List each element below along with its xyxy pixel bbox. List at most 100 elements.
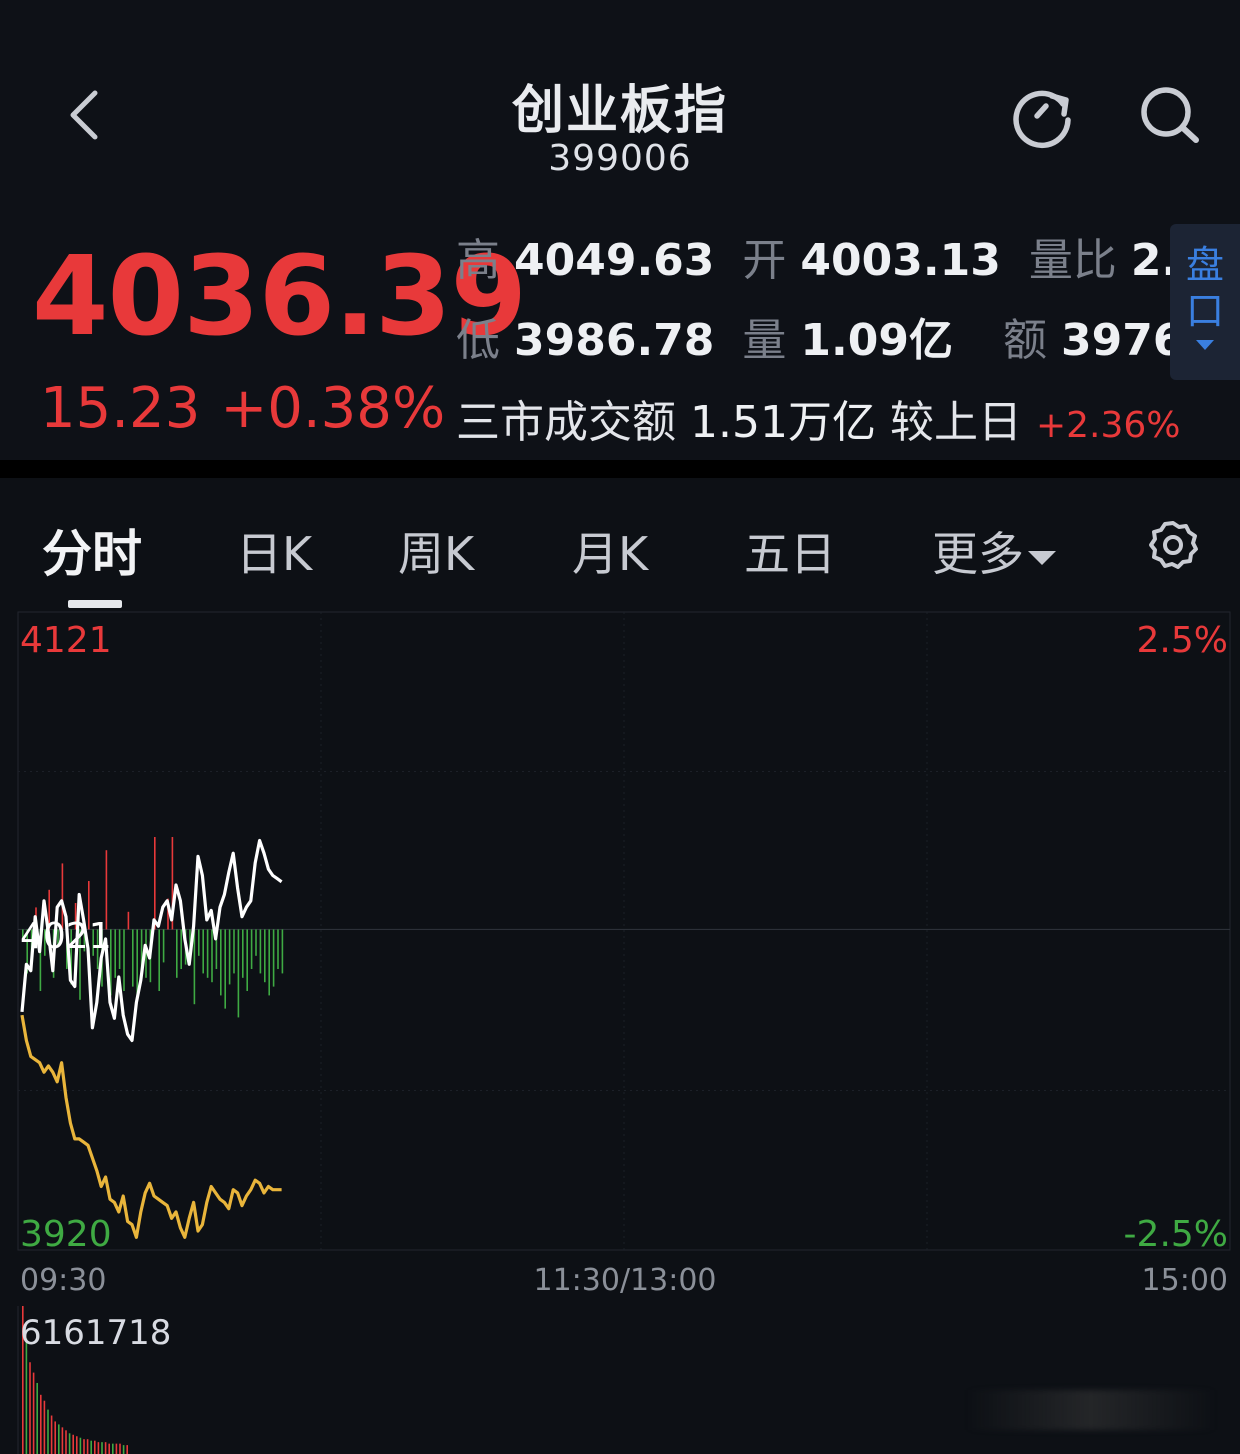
caret-down-icon xyxy=(1028,550,1056,565)
market-turnover-label: 三市成交额 xyxy=(456,397,676,448)
compare-label: 较上日 xyxy=(889,397,1022,448)
diff-bar xyxy=(268,929,270,996)
diff-bar xyxy=(246,929,248,992)
order-book-label-2: 口 xyxy=(1185,289,1224,333)
price-change: 15.23 +0.38% xyxy=(40,376,465,441)
volume-bar xyxy=(58,1424,60,1454)
volume-label: 量 xyxy=(742,315,787,366)
volume-bar xyxy=(108,1443,110,1454)
volume-bar xyxy=(115,1443,118,1454)
avg-price-line xyxy=(20,1014,282,1239)
diff-bar xyxy=(255,929,257,956)
volume-bar xyxy=(54,1421,56,1454)
high-label: 高 xyxy=(456,235,500,286)
x-label-open: 09:30 xyxy=(20,1263,106,1298)
volume-bar xyxy=(43,1400,46,1454)
section-divider xyxy=(0,460,1240,478)
diff-bar xyxy=(220,929,222,996)
volume-bar xyxy=(94,1440,96,1454)
volume-bar xyxy=(119,1443,121,1454)
chart-tabs: 分时 日K 周K 月K 五日 更多 xyxy=(0,478,1240,613)
volume-bar xyxy=(112,1443,114,1454)
volume-bar xyxy=(101,1442,103,1454)
tab-more-label: 更多 xyxy=(932,527,1024,581)
volume-bar xyxy=(76,1436,78,1454)
market-turnover-value: 1.51万亿 xyxy=(690,397,876,448)
diff-bar xyxy=(127,911,130,930)
diff-bar xyxy=(123,929,125,992)
volume-bar xyxy=(32,1372,35,1454)
diff-bar xyxy=(272,929,275,987)
volume-bar xyxy=(122,1445,125,1454)
volume-bar xyxy=(36,1382,38,1454)
intraday-chart[interactable]: 4121 4021 3920 2.5% -2.5% 09:30 11:30/13:00 15:… xyxy=(0,600,1240,1454)
diff-bar xyxy=(233,929,235,974)
volume-bar xyxy=(79,1437,82,1454)
diff-bar xyxy=(228,929,231,985)
diff-bar xyxy=(118,929,121,970)
tab-intraday[interactable]: 分时 xyxy=(42,514,142,586)
volume-bar xyxy=(104,1442,107,1454)
compare-percent: +2.36% xyxy=(1035,405,1181,446)
diff-bar xyxy=(206,929,209,978)
diff-bar xyxy=(237,929,240,1018)
current-price: 4036.39 xyxy=(32,232,527,360)
volume-bar xyxy=(90,1440,92,1454)
order-book-toggle[interactable]: 盘 口 xyxy=(1170,224,1240,380)
open-value: 4003.13 xyxy=(800,235,1001,286)
volume-bar xyxy=(29,1362,31,1454)
watermark xyxy=(966,1390,1216,1430)
volume-bar xyxy=(72,1434,74,1454)
y-top-label: 4121 xyxy=(20,620,112,661)
volume-bar xyxy=(65,1430,67,1454)
diff-bar xyxy=(281,929,284,974)
diff-bar xyxy=(198,929,200,956)
volume-max-label: 6161718 xyxy=(20,1313,171,1353)
tab-monthly-k[interactable]: 月K xyxy=(572,518,648,584)
volume-ratio-label: 量比 xyxy=(1028,235,1117,286)
diff-bar xyxy=(193,929,196,1005)
gear-icon xyxy=(1149,521,1198,569)
tab-daily-k[interactable]: 日K xyxy=(236,518,312,584)
change-value: 15.23 xyxy=(40,376,201,441)
quote-header: 创业板指 399006 4036.39 15.23 +0.38% 高 4049.6… xyxy=(0,0,1240,460)
y-mid-label: 4021 xyxy=(20,916,112,957)
pct-top-label: 2.5% xyxy=(1137,620,1228,661)
tab-more[interactable]: 更多 xyxy=(932,518,1056,584)
tab-weekly-k[interactable]: 周K xyxy=(398,518,474,584)
open-label: 开 xyxy=(742,235,787,286)
diff-bar xyxy=(180,929,182,970)
low-value: 3986.78 xyxy=(514,315,715,366)
search-button[interactable] xyxy=(1136,82,1204,148)
stats-row-2: 低 3986.78 量 1.09亿 额 3976亿 xyxy=(456,304,1227,368)
diff-bar xyxy=(136,929,138,996)
volume-bar xyxy=(68,1433,71,1454)
volume-bar xyxy=(83,1439,85,1454)
chart-settings-button[interactable] xyxy=(1146,518,1200,572)
diff-bar xyxy=(224,929,226,1009)
x-label-midday: 11:30/13:00 xyxy=(533,1263,716,1298)
diff-bar xyxy=(250,929,253,970)
high-value: 4049.63 xyxy=(514,235,715,286)
diff-bar xyxy=(154,837,156,930)
refresh-button[interactable] xyxy=(1008,84,1080,150)
volume-bar xyxy=(40,1394,42,1454)
diff-bar xyxy=(264,929,266,983)
y-bottom-label: 3920 xyxy=(20,1214,112,1255)
volume-bar xyxy=(25,1338,28,1454)
caret-down-icon xyxy=(1196,340,1214,350)
tab-five-day[interactable]: 五日 xyxy=(744,518,836,584)
diff-bar xyxy=(242,929,244,978)
volume-bar xyxy=(126,1445,128,1454)
stats-row-1: 高 4049.63 开 4003.13 量比 2.05 xyxy=(456,224,1239,288)
change-percent: +0.38% xyxy=(220,376,446,441)
diff-bar xyxy=(132,929,134,987)
search-icon xyxy=(1141,87,1199,143)
pct-bottom-label: -2.5% xyxy=(1124,1214,1228,1255)
order-book-label-1: 盘 xyxy=(1185,243,1224,287)
diff-bar xyxy=(162,929,165,963)
diff-bar xyxy=(277,929,279,970)
volume-bar xyxy=(86,1439,89,1454)
volume-bar xyxy=(50,1415,53,1454)
diff-bar xyxy=(114,929,116,978)
